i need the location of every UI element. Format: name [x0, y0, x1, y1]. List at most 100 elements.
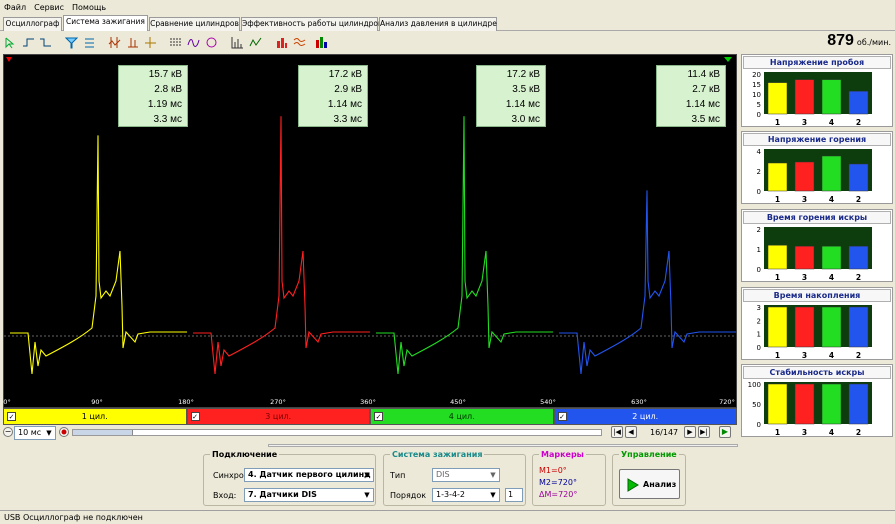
- bar: [848, 383, 869, 425]
- bar-chart-multi-icon[interactable]: [314, 35, 329, 50]
- check-icon[interactable]: ✓: [374, 412, 383, 421]
- tick-label: 1: [757, 246, 761, 254]
- timebase-value: 10 мс: [18, 428, 42, 437]
- falling-edge-icon[interactable]: [38, 35, 53, 50]
- cylinder-1-bar[interactable]: ✓ 1 цил.: [3, 408, 187, 425]
- scale-icon[interactable]: [82, 35, 97, 50]
- frame-counter: 16/147: [650, 428, 679, 437]
- record-icon[interactable]: [59, 427, 69, 437]
- tick-label: 50: [752, 401, 761, 409]
- type-label: Тип: [390, 471, 406, 480]
- panel-spark-duration: Время горения искры 2 1 0 1 3 4 2: [741, 209, 893, 282]
- tab-cylinder-comparison[interactable]: Сравнение цилиндров: [149, 17, 240, 31]
- first-frame-button[interactable]: |◀: [611, 426, 623, 438]
- order-spinner[interactable]: 1: [505, 488, 523, 502]
- check-icon[interactable]: ✓: [7, 412, 16, 421]
- overlay-icon[interactable]: [248, 35, 263, 50]
- marker-m2-icon: [724, 57, 732, 62]
- category-label: 4: [829, 428, 834, 437]
- cursor-tool-icon[interactable]: [3, 35, 18, 50]
- waveform-icon[interactable]: [186, 35, 201, 50]
- last-frame-button[interactable]: ▶|: [698, 426, 710, 438]
- menu-service[interactable]: Сервис: [30, 3, 68, 12]
- measurement-box-cyl3: 17.2 кВ 2.9 кВ 1.14 мс 3.3 мс: [298, 65, 368, 127]
- panel-breakdown-voltage: Напряжение пробоя 20 15 10 5 0 1 3 4 2: [741, 54, 893, 127]
- tab-ignition-system[interactable]: Система зажигания: [63, 15, 148, 31]
- bar-chart-red-icon[interactable]: [274, 35, 289, 50]
- sync-select[interactable]: 4. Датчик первого цилинд ▼: [244, 468, 374, 482]
- check-icon[interactable]: ✓: [557, 412, 567, 421]
- cylinder-3-bar[interactable]: ✓ 3 цил.: [186, 408, 370, 425]
- panel-dwell-time: Время накопления 3 2 1 0 1 3 4 2: [741, 287, 893, 360]
- order-select[interactable]: 1-3-4-2 ▼: [432, 488, 500, 502]
- bar: [848, 163, 869, 192]
- order-value: 1-3-4-2: [436, 490, 466, 499]
- next-frame-button[interactable]: ▶: [684, 426, 696, 438]
- panel-title: Напряжение горения: [743, 133, 891, 146]
- prev-frame-button[interactable]: ◀: [625, 426, 637, 438]
- type-select[interactable]: DIS ▼: [432, 468, 500, 482]
- category-label: 2: [856, 351, 861, 360]
- marker-delta: ΔM=720°: [539, 490, 578, 499]
- chevron-down-icon: ▼: [490, 471, 496, 479]
- timebase-select[interactable]: 10 мс ▼: [14, 426, 56, 440]
- category-label: 4: [829, 195, 834, 204]
- category-label: 3: [802, 428, 807, 437]
- cylinder-2-bar[interactable]: ✓ 2 цил.: [553, 408, 737, 425]
- category-label: 1: [775, 273, 780, 282]
- bar-chart: 2 1 0 1 3 4 2: [757, 226, 872, 282]
- cylinder-4-bar[interactable]: ✓ 4 цил.: [370, 408, 554, 425]
- tab-cylinder-efficiency[interactable]: Эффективность работы цилиндров: [241, 17, 382, 31]
- panel-burn-voltage: Напряжение горения 4 2 0 1 3 4 2: [741, 131, 893, 204]
- tick-label: 0: [757, 344, 761, 352]
- waveform-trace: [193, 116, 370, 375]
- analyze-button[interactable]: Анализ: [619, 469, 680, 499]
- bar-chart: 20 15 10 5 0 1 3 4 2: [752, 71, 872, 127]
- spark-duration: 1.19 мс: [147, 99, 182, 110]
- dwell-time: 3.3 мс: [333, 114, 362, 125]
- trigger-icon[interactable]: [143, 35, 158, 50]
- stacked-waves-icon[interactable]: [292, 35, 307, 50]
- zoom-out-icon[interactable]: −: [3, 427, 13, 437]
- tick-label: 0: [757, 188, 761, 196]
- type-value: DIS: [436, 470, 450, 479]
- lines-icon[interactable]: [168, 35, 183, 50]
- oscilloscope-display[interactable]: 15.7 кВ 2.8 кВ 1.19 мс 3.3 мс 17.2 кВ 2.…: [3, 54, 737, 408]
- tick-label: 10: [752, 91, 761, 99]
- markers-icon[interactable]: [125, 35, 140, 50]
- waveform-trace: [376, 116, 553, 375]
- tick-label: 5: [757, 101, 761, 109]
- tab-oscilloscope[interactable]: Осциллограф: [3, 17, 62, 31]
- rpm-readout: 879 об./мин.: [827, 32, 891, 50]
- panel-spark-stability: Стабильность искры 100 50 0 1 3 4 2: [741, 364, 893, 437]
- filter-icon[interactable]: [64, 35, 79, 50]
- spark-duration: 1.14 мс: [505, 99, 540, 110]
- category-label: 3: [802, 118, 807, 127]
- waveform-trace: [559, 190, 736, 375]
- category-label: 4: [829, 273, 834, 282]
- scroll-track[interactable]: [72, 429, 602, 436]
- scroll-thumb[interactable]: [73, 430, 133, 435]
- input-label: Вход:: [213, 491, 237, 500]
- bar: [821, 383, 842, 425]
- menu-file[interactable]: Файл: [0, 3, 30, 12]
- bar: [794, 161, 815, 192]
- check-icon[interactable]: ✓: [190, 412, 200, 421]
- rising-edge-icon[interactable]: [21, 35, 36, 50]
- spark-duration: 1.14 мс: [685, 99, 720, 110]
- play-button[interactable]: ▶: [719, 426, 731, 438]
- bar: [848, 245, 869, 270]
- breakdown-voltage: 15.7 кВ: [148, 69, 182, 80]
- chevron-down-icon: ▼: [364, 491, 370, 499]
- cursors-icon[interactable]: [107, 35, 122, 50]
- splitter[interactable]: [268, 444, 738, 447]
- grid-icon[interactable]: [230, 35, 245, 50]
- dwell-time: 3.5 мс: [691, 114, 720, 125]
- menu-help[interactable]: Помощь: [68, 3, 110, 12]
- measurement-box-cyl4: 17.2 кВ 3.5 кВ 1.14 мс 3.0 мс: [476, 65, 546, 127]
- loop-icon[interactable]: [204, 35, 219, 50]
- tab-pressure-analysis[interactable]: Анализ давления в цилиндре: [379, 17, 497, 31]
- input-select[interactable]: 7. Датчики DIS ▼: [244, 488, 374, 502]
- tick-label: 20: [752, 71, 761, 79]
- connection-title: Подключение: [210, 450, 280, 459]
